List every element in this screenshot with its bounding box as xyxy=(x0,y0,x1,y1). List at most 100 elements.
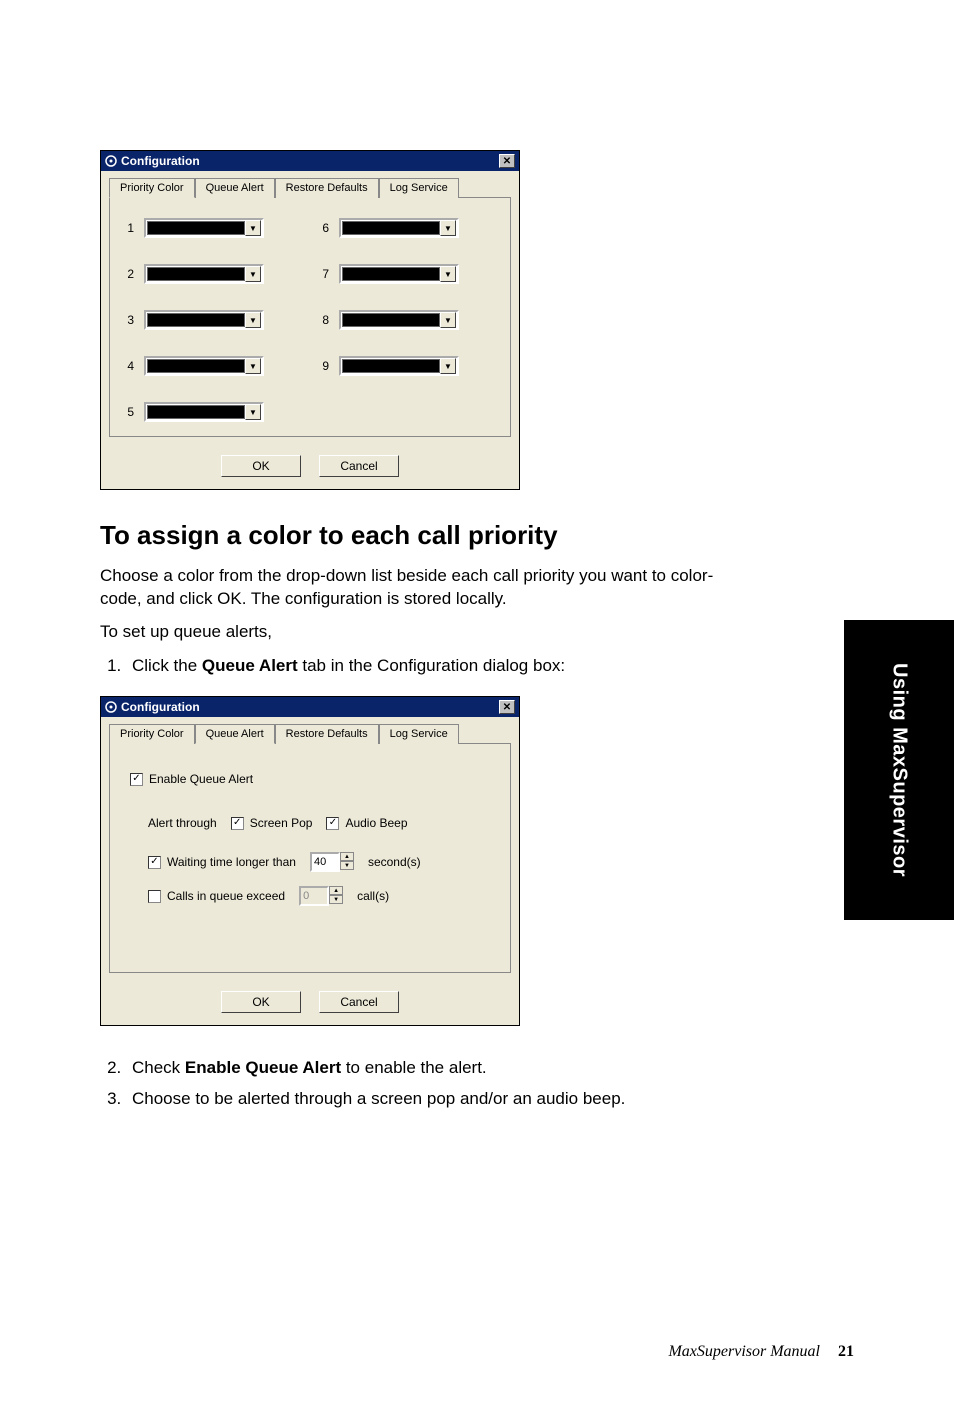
color-combo-3[interactable]: ▼ xyxy=(144,310,264,330)
priority-row-5: 5 ▼ xyxy=(124,402,301,422)
priority-number: 9 xyxy=(319,359,329,373)
side-tab-label: Using MaxSupervisor xyxy=(888,663,911,877)
configuration-dialog-priority-color: Configuration ✕ Priority Color Queue Ale… xyxy=(100,150,520,490)
color-combo-1[interactable]: ▼ xyxy=(144,218,264,238)
close-icon[interactable]: ✕ xyxy=(499,700,515,714)
priority-number: 1 xyxy=(124,221,134,235)
priority-number: 4 xyxy=(124,359,134,373)
color-swatch xyxy=(147,267,245,281)
text: tab in the Configuration dialog box: xyxy=(298,656,565,675)
chevron-down-icon[interactable]: ▼ xyxy=(440,312,456,328)
checkbox-label: Audio Beep xyxy=(345,816,407,830)
cancel-button[interactable]: Cancel xyxy=(319,455,399,477)
waiting-time-spinner[interactable]: ▲▼ xyxy=(310,852,354,872)
tab-priority-color[interactable]: Priority Color xyxy=(109,724,195,744)
color-swatch xyxy=(147,359,245,373)
checkbox-icon: ✓ xyxy=(148,856,161,869)
dialog-title: Configuration xyxy=(121,700,200,714)
page-number: 21 xyxy=(838,1343,854,1360)
tab-restore-defaults[interactable]: Restore Defaults xyxy=(275,724,379,744)
step-3: Choose to be alerted through a screen po… xyxy=(126,1087,740,1112)
bold-text: Enable Queue Alert xyxy=(185,1058,341,1077)
button-row: OK Cancel xyxy=(101,981,519,1025)
checkbox-label: Calls in queue exceed xyxy=(167,889,285,903)
ok-button[interactable]: OK xyxy=(221,991,301,1013)
priority-number: 8 xyxy=(319,313,329,327)
ok-button[interactable]: OK xyxy=(221,455,301,477)
priority-number: 7 xyxy=(319,267,329,281)
color-swatch xyxy=(342,359,440,373)
tab-restore-defaults[interactable]: Restore Defaults xyxy=(275,178,379,198)
tab-strip: Priority Color Queue Alert Restore Defau… xyxy=(101,171,519,197)
step-list: Check Enable Queue Alert to enable the a… xyxy=(100,1056,740,1111)
checkbox-label: Enable Queue Alert xyxy=(149,772,253,786)
cancel-button[interactable]: Cancel xyxy=(319,991,399,1013)
priority-number: 3 xyxy=(124,313,134,327)
color-combo-9[interactable]: ▼ xyxy=(339,356,459,376)
color-combo-8[interactable]: ▼ xyxy=(339,310,459,330)
bold-text: Queue Alert xyxy=(202,656,298,675)
tab-body: 1 ▼ 6 ▼ 2 ▼ 7 ▼ 3 ▼ xyxy=(109,197,511,437)
screen-pop-checkbox[interactable]: ✓ Screen Pop xyxy=(231,816,313,830)
spin-down-icon[interactable]: ▼ xyxy=(329,895,343,904)
color-swatch xyxy=(147,221,245,235)
checkbox-icon: ✓ xyxy=(326,817,339,830)
priority-row-1: 1 ▼ xyxy=(124,218,301,238)
checkbox-label: Screen Pop xyxy=(250,816,313,830)
text: Check xyxy=(132,1058,185,1077)
calls-exceed-input[interactable] xyxy=(299,886,329,906)
color-swatch xyxy=(342,221,440,235)
tab-queue-alert[interactable]: Queue Alert xyxy=(195,178,275,198)
calls-exceed-spinner[interactable]: ▲▼ xyxy=(299,886,343,906)
tab-priority-color[interactable]: Priority Color xyxy=(109,178,195,198)
color-combo-6[interactable]: ▼ xyxy=(339,218,459,238)
color-combo-7[interactable]: ▼ xyxy=(339,264,459,284)
color-combo-4[interactable]: ▼ xyxy=(144,356,264,376)
audio-beep-checkbox[interactable]: ✓ Audio Beep xyxy=(326,816,407,830)
calls-exceed-checkbox[interactable]: Calls in queue exceed xyxy=(148,889,285,903)
titlebar: Configuration ✕ xyxy=(101,697,519,717)
tab-strip: Priority Color Queue Alert Restore Defau… xyxy=(101,717,519,743)
titlebar: Configuration ✕ xyxy=(101,151,519,171)
priority-number: 5 xyxy=(124,405,134,419)
chevron-down-icon[interactable]: ▼ xyxy=(245,358,261,374)
chevron-down-icon[interactable]: ▼ xyxy=(245,266,261,282)
color-swatch xyxy=(342,267,440,281)
tab-log-service[interactable]: Log Service xyxy=(379,178,459,198)
chevron-down-icon[interactable]: ▼ xyxy=(245,220,261,236)
dialog-title: Configuration xyxy=(121,154,200,168)
unit-label: call(s) xyxy=(357,889,389,903)
color-swatch xyxy=(147,313,245,327)
tab-queue-alert[interactable]: Queue Alert xyxy=(195,724,275,744)
page-footer: MaxSupervisor Manual 21 xyxy=(668,1343,854,1361)
paragraph: Choose a color from the drop-down list b… xyxy=(100,565,740,611)
chevron-down-icon[interactable]: ▼ xyxy=(440,220,456,236)
priority-number: 2 xyxy=(124,267,134,281)
chevron-down-icon[interactable]: ▼ xyxy=(440,266,456,282)
gear-icon xyxy=(105,155,117,167)
step-list: Click the Queue Alert tab in the Configu… xyxy=(100,654,740,679)
priority-row-4: 4 ▼ xyxy=(124,356,301,376)
chevron-down-icon[interactable]: ▼ xyxy=(245,312,261,328)
checkbox-icon: ✓ xyxy=(130,773,143,786)
close-icon[interactable]: ✕ xyxy=(499,154,515,168)
spin-down-icon[interactable]: ▼ xyxy=(340,861,354,870)
checkbox-label: Waiting time longer than xyxy=(167,855,296,869)
spin-up-icon[interactable]: ▲ xyxy=(340,852,354,861)
enable-queue-alert-checkbox[interactable]: ✓ Enable Queue Alert xyxy=(130,772,253,786)
color-combo-2[interactable]: ▼ xyxy=(144,264,264,284)
configuration-dialog-queue-alert: Configuration ✕ Priority Color Queue Ale… xyxy=(100,696,520,1026)
alert-through-label: Alert through xyxy=(148,816,217,830)
waiting-time-checkbox[interactable]: ✓ Waiting time longer than xyxy=(148,855,296,869)
chevron-down-icon[interactable]: ▼ xyxy=(440,358,456,374)
priority-row-9: 9 ▼ xyxy=(319,356,496,376)
tab-log-service[interactable]: Log Service xyxy=(379,724,459,744)
spin-up-icon[interactable]: ▲ xyxy=(329,886,343,895)
priority-row-3: 3 ▼ xyxy=(124,310,301,330)
chevron-down-icon[interactable]: ▼ xyxy=(245,404,261,420)
footer-title: MaxSupervisor Manual xyxy=(668,1343,820,1360)
gear-icon xyxy=(105,701,117,713)
waiting-time-input[interactable] xyxy=(310,852,340,872)
step-2: Check Enable Queue Alert to enable the a… xyxy=(126,1056,740,1081)
color-combo-5[interactable]: ▼ xyxy=(144,402,264,422)
